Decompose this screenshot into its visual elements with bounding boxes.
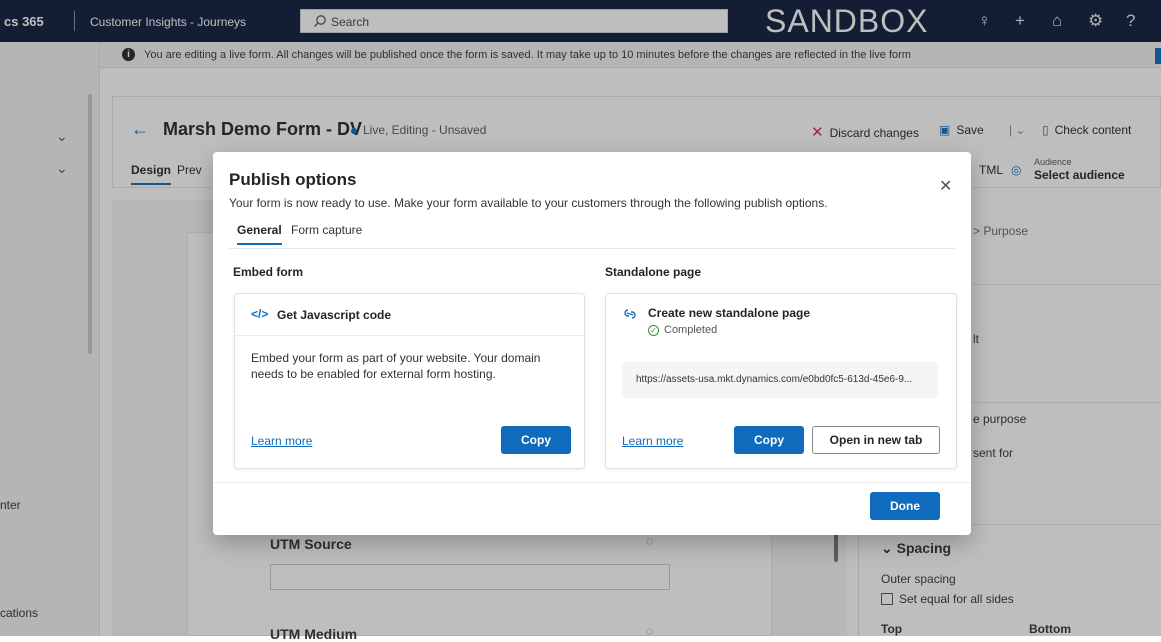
dialog-subtitle: Your form is now ready to use. Make your… <box>229 196 828 210</box>
card-description: Embed your form as part of your website.… <box>251 351 541 381</box>
check-circle-icon: ✓ <box>648 325 659 336</box>
completed-label: Completed <box>664 324 718 336</box>
divider <box>229 248 955 249</box>
code-icon: </> <box>251 307 269 321</box>
done-button[interactable]: Done <box>870 492 940 520</box>
standalone-card: Create new standalone page ✓ Completed ht… <box>605 293 957 469</box>
standalone-page-heading: Standalone page <box>605 265 702 279</box>
embed-form-heading: Embed form <box>233 265 304 279</box>
learn-more-link[interactable]: Learn more <box>251 434 312 448</box>
embed-card: </> Get Javascript code Embed your form … <box>234 293 585 469</box>
link-icon <box>622 307 638 324</box>
close-icon[interactable]: ✕ <box>939 176 952 196</box>
card-title: Get Javascript code <box>277 308 392 322</box>
completed-status: ✓ Completed <box>648 324 717 336</box>
copy-button[interactable]: Copy <box>734 426 804 454</box>
card-title: Create new standalone page <box>648 306 811 320</box>
standalone-url[interactable]: https://assets-usa.mkt.dynamics.com/e0bd… <box>622 362 938 398</box>
divider <box>213 482 971 483</box>
tab-general[interactable]: General <box>237 223 282 245</box>
open-new-tab-button[interactable]: Open in new tab <box>812 426 940 454</box>
card-header: </> Get Javascript code <box>235 294 584 336</box>
dialog-title: Publish options <box>229 170 357 189</box>
card-header: Create new standalone page ✓ Completed <box>606 294 956 344</box>
copy-button[interactable]: Copy <box>501 426 571 454</box>
learn-more-link[interactable]: Learn more <box>622 434 683 448</box>
publish-options-dialog: Publish options Your form is now ready t… <box>213 152 971 535</box>
tab-form-capture[interactable]: Form capture <box>291 223 362 237</box>
